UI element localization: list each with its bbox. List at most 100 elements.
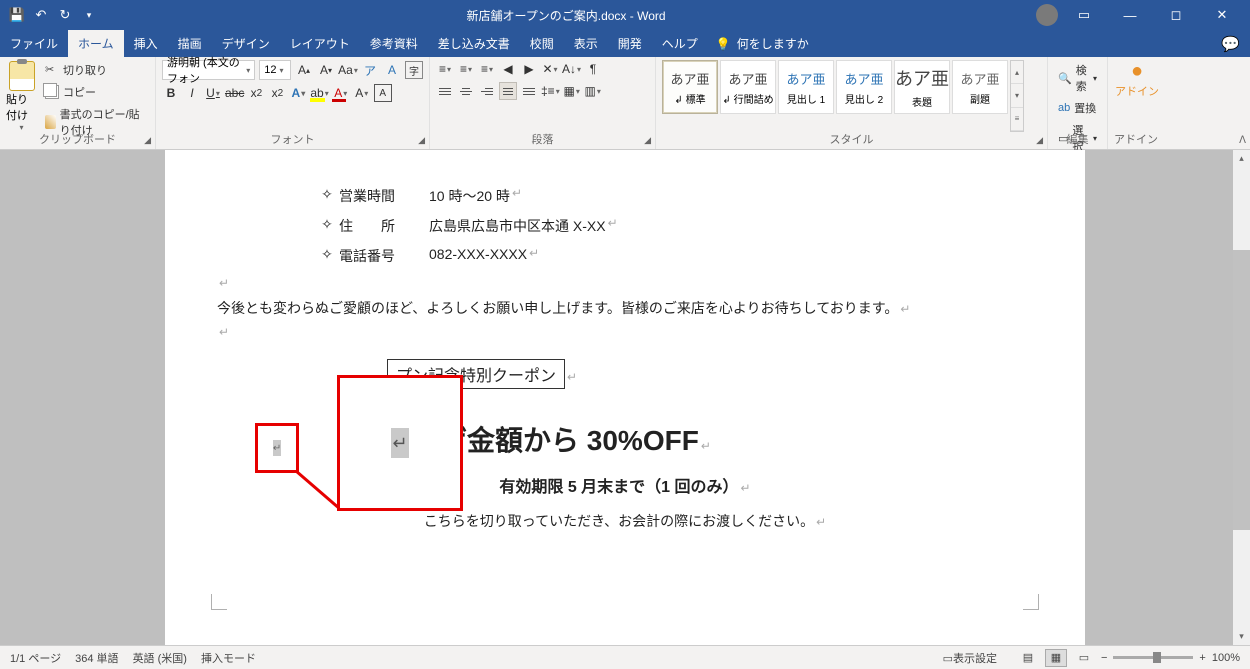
clipboard-launcher[interactable]: ◢ bbox=[144, 135, 151, 146]
tab-draw[interactable]: 描画 bbox=[168, 30, 212, 57]
style-nospace[interactable]: あア亜↲ 行間詰め bbox=[720, 60, 776, 114]
tab-layout[interactable]: レイアウト bbox=[280, 30, 360, 57]
zoom-level[interactable]: 100% bbox=[1212, 652, 1240, 664]
page-indicator[interactable]: 1/1 ページ bbox=[10, 650, 61, 666]
ribbon-options-icon[interactable]: ▭ bbox=[1064, 0, 1104, 30]
bold-button[interactable]: B bbox=[162, 84, 180, 102]
char-border-button[interactable]: A bbox=[374, 84, 392, 102]
copy-button[interactable]: コピー bbox=[41, 82, 149, 102]
strike-button[interactable]: abc bbox=[225, 84, 244, 102]
find-button[interactable]: 🔍検索▾ bbox=[1054, 60, 1101, 96]
change-case-button[interactable]: Aa bbox=[339, 61, 357, 79]
styles-launcher[interactable]: ◢ bbox=[1036, 135, 1043, 146]
paragraph-launcher[interactable]: ◢ bbox=[644, 135, 651, 146]
style-scroll[interactable]: ▴▾≡ bbox=[1010, 60, 1024, 132]
asian-layout-button[interactable]: ✕ bbox=[541, 60, 559, 78]
font-name-select[interactable]: 游明朝 (本文のフォン▾ bbox=[162, 60, 255, 80]
shading-button[interactable]: ▦ bbox=[563, 82, 581, 100]
zoom-in-button[interactable]: + bbox=[1199, 652, 1205, 664]
view-read-button[interactable]: ▤ bbox=[1017, 649, 1039, 667]
tab-file[interactable]: ファイル bbox=[0, 30, 68, 57]
callout-connector bbox=[296, 469, 340, 509]
tab-help[interactable]: ヘルプ bbox=[652, 30, 708, 57]
align-distributed-button[interactable] bbox=[520, 82, 538, 100]
style-title[interactable]: あア亜表題 bbox=[894, 60, 950, 114]
style-heading2[interactable]: あア亜見出し 2 bbox=[836, 60, 892, 114]
sort-button[interactable]: A↓ bbox=[562, 60, 581, 78]
underline-button[interactable]: U bbox=[204, 84, 222, 102]
view-print-button[interactable]: ▦ bbox=[1045, 649, 1067, 667]
titlebar: 💾 ↶ ↻ ▾ 新店舗オープンのご案内.docx - Word ▭ — ◻ ✕ bbox=[0, 0, 1250, 30]
addins-button[interactable]: ● アドイン bbox=[1114, 60, 1160, 99]
view-web-button[interactable]: ▭ bbox=[1073, 649, 1095, 667]
font-launcher[interactable]: ◢ bbox=[418, 135, 425, 146]
paragraph-mark-big: ↵ bbox=[391, 428, 409, 458]
maximize-button[interactable]: ◻ bbox=[1156, 0, 1196, 30]
align-justify-button[interactable] bbox=[499, 82, 517, 100]
align-center-button[interactable] bbox=[457, 82, 475, 100]
scroll-up-button[interactable]: ▴ bbox=[1233, 150, 1250, 167]
redo-icon[interactable]: ↻ bbox=[58, 8, 72, 22]
hours-label: 営業時間 bbox=[339, 186, 429, 206]
undo-icon[interactable]: ↶ bbox=[34, 8, 48, 22]
qat-customize-icon[interactable]: ▾ bbox=[82, 8, 96, 22]
word-count[interactable]: 364 単語 bbox=[75, 650, 118, 666]
style-subtitle[interactable]: あア亜副題 bbox=[952, 60, 1008, 114]
insert-mode[interactable]: 挿入モード bbox=[201, 650, 256, 666]
subscript-button[interactable]: x2 bbox=[247, 84, 265, 102]
tab-view[interactable]: 表示 bbox=[564, 30, 608, 57]
paste-button[interactable]: 貼り付け ▾ bbox=[6, 60, 37, 132]
cut-button[interactable]: ✂切り取り bbox=[41, 60, 149, 80]
tab-review[interactable]: 校閲 bbox=[520, 30, 564, 57]
phonetic-guide-button[interactable]: ア bbox=[361, 61, 379, 79]
scroll-thumb[interactable] bbox=[1233, 250, 1250, 530]
bullets-button[interactable]: ≡ bbox=[436, 60, 454, 78]
grow-font-button[interactable]: A▴ bbox=[295, 61, 313, 79]
page[interactable]: ✧営業時間10 時～20 時↵ ✧住 所広島県広島市中区本通 X-XX↵ ✧電話… bbox=[165, 150, 1085, 645]
vertical-scrollbar[interactable]: ▴ ▾ bbox=[1233, 150, 1250, 645]
margin-corner-bl bbox=[211, 594, 227, 610]
align-left-button[interactable] bbox=[436, 82, 454, 100]
language-indicator[interactable]: 英語 (米国) bbox=[133, 650, 187, 666]
multilevel-button[interactable]: ≡ bbox=[478, 60, 496, 78]
save-icon[interactable]: 💾 bbox=[10, 8, 24, 22]
tab-developer[interactable]: 開発 bbox=[608, 30, 652, 57]
text-effects-button[interactable]: A bbox=[289, 84, 307, 102]
statusbar: 1/1 ページ 364 単語 英語 (米国) 挿入モード ▭表示設定 ▤ ▦ ▭… bbox=[0, 645, 1250, 669]
clear-format-button[interactable]: A bbox=[383, 61, 401, 79]
collapse-ribbon-button[interactable]: ᐱ bbox=[1239, 135, 1246, 146]
numbering-button[interactable]: ≡ bbox=[457, 60, 475, 78]
zoom-slider[interactable] bbox=[1113, 656, 1193, 659]
zoom-out-button[interactable]: − bbox=[1101, 652, 1107, 664]
shrink-font-button[interactable]: A▾ bbox=[317, 61, 335, 79]
superscript-button[interactable]: x2 bbox=[268, 84, 286, 102]
style-normal[interactable]: あア亜↲ 標準 bbox=[662, 60, 718, 114]
increase-indent-button[interactable]: ▶ bbox=[520, 60, 538, 78]
ribbon-tabs: ファイル ホーム 挿入 描画 デザイン レイアウト 参考資料 差し込み文書 校閲… bbox=[0, 30, 1250, 57]
font-color-button[interactable]: A bbox=[332, 84, 350, 102]
display-settings[interactable]: ▭表示設定 bbox=[943, 650, 997, 666]
decrease-indent-button[interactable]: ◀ bbox=[499, 60, 517, 78]
user-avatar[interactable] bbox=[1036, 4, 1058, 26]
char-shading-button[interactable]: A bbox=[353, 84, 371, 102]
tab-home[interactable]: ホーム bbox=[68, 30, 124, 57]
enclose-char-button[interactable]: 字 bbox=[405, 61, 423, 79]
comments-icon[interactable]: 💬 bbox=[1221, 35, 1250, 53]
tab-design[interactable]: デザイン bbox=[212, 30, 280, 57]
tab-references[interactable]: 参考資料 bbox=[360, 30, 428, 57]
minimize-button[interactable]: — bbox=[1110, 0, 1150, 30]
tab-mailings[interactable]: 差し込み文書 bbox=[428, 30, 520, 57]
tell-me[interactable]: 💡 何をしますか bbox=[716, 35, 809, 52]
tab-insert[interactable]: 挿入 bbox=[124, 30, 168, 57]
line-spacing-button[interactable]: ‡≡ bbox=[541, 82, 560, 100]
highlight-button[interactable]: ab bbox=[310, 84, 328, 102]
style-heading1[interactable]: あア亜見出し 1 bbox=[778, 60, 834, 114]
replace-button[interactable]: ab置換 bbox=[1054, 98, 1101, 118]
font-size-select[interactable]: 12▾ bbox=[259, 60, 291, 80]
italic-button[interactable]: I bbox=[183, 84, 201, 102]
align-right-button[interactable] bbox=[478, 82, 496, 100]
show-marks-button[interactable]: ¶ bbox=[584, 60, 602, 78]
borders-button[interactable]: ▥ bbox=[584, 82, 602, 100]
scroll-down-button[interactable]: ▾ bbox=[1233, 628, 1250, 645]
close-button[interactable]: ✕ bbox=[1202, 0, 1242, 30]
